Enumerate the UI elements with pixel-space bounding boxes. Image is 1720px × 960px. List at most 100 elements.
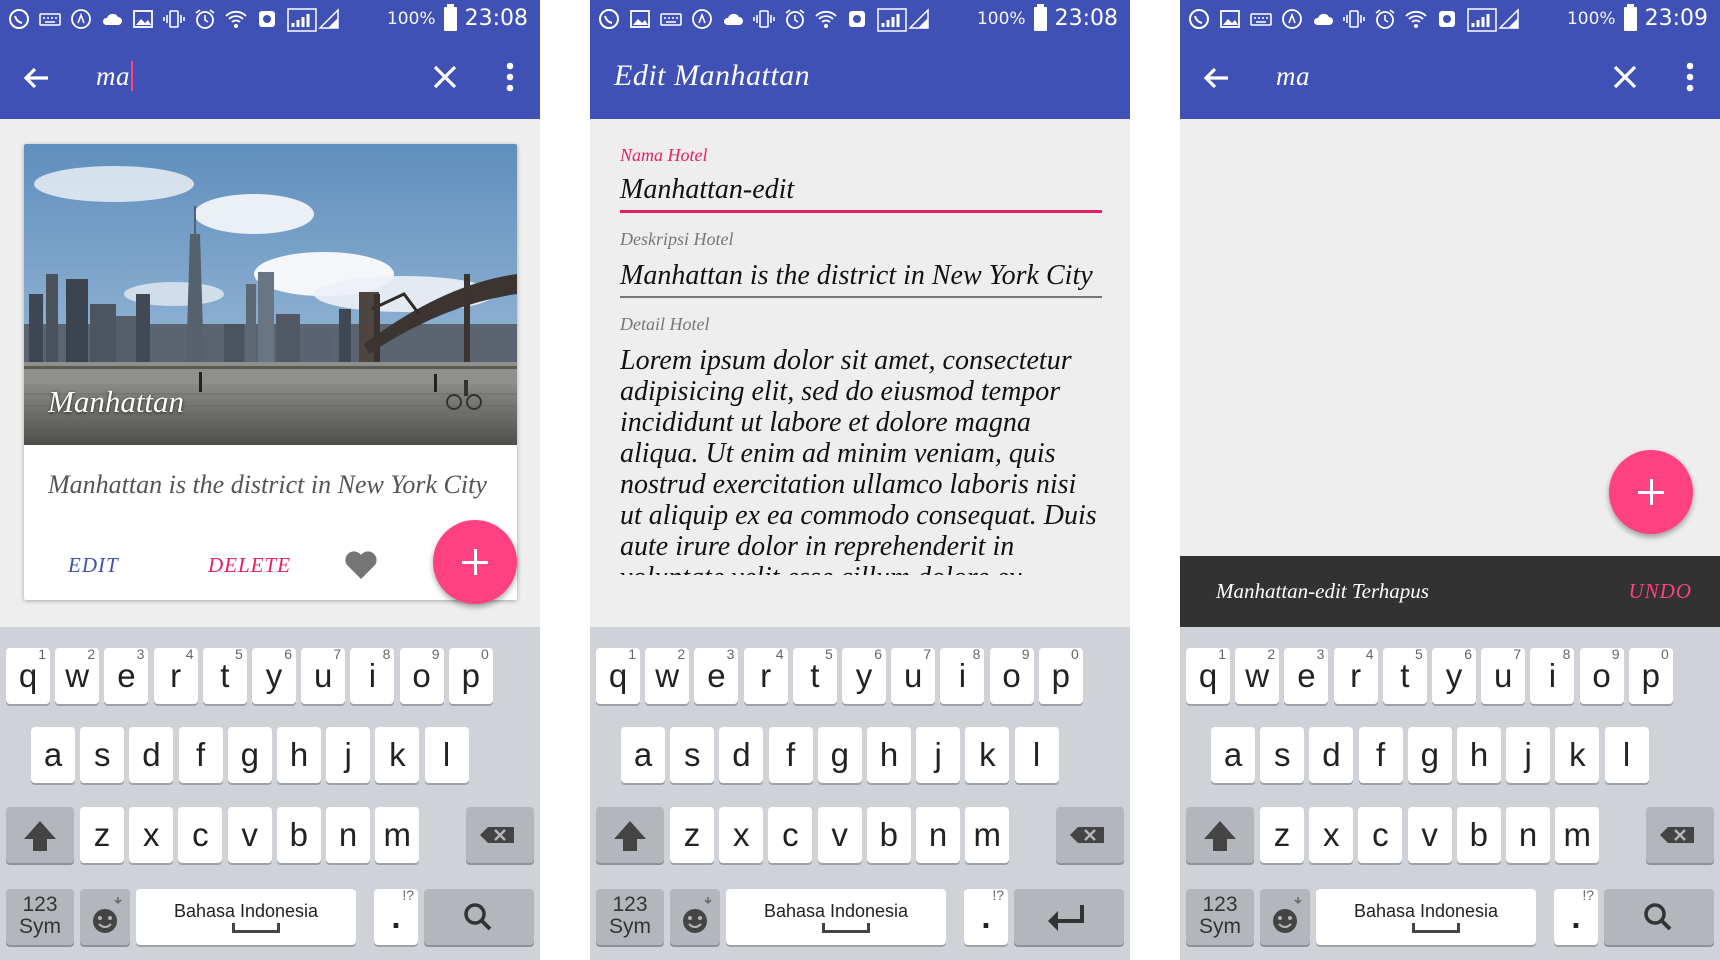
hotel-name-field[interactable]: Nama Hotel Manhattan-edit bbox=[620, 145, 1102, 213]
key-j[interactable]: j bbox=[1506, 727, 1551, 783]
key-v[interactable]: v bbox=[227, 807, 272, 863]
key-m[interactable]: m bbox=[965, 807, 1010, 863]
favorite-heart-icon[interactable] bbox=[344, 549, 378, 581]
clear-search-icon[interactable] bbox=[432, 64, 458, 90]
search-key[interactable] bbox=[1604, 889, 1714, 945]
key-u[interactable]: u7 bbox=[1481, 646, 1526, 704]
back-arrow-icon[interactable] bbox=[20, 61, 54, 95]
add-fab-button[interactable] bbox=[433, 520, 517, 604]
period-key[interactable]: .!? bbox=[964, 887, 1008, 945]
shift-key[interactable] bbox=[596, 807, 664, 863]
key-o[interactable]: o9 bbox=[399, 646, 444, 704]
emoji-key[interactable] bbox=[670, 889, 720, 945]
space-key[interactable]: Bahasa Indonesia bbox=[726, 889, 946, 945]
key-v[interactable]: v bbox=[1407, 807, 1452, 863]
key-e[interactable]: e3 bbox=[104, 646, 149, 704]
key-r[interactable]: r4 bbox=[1333, 646, 1378, 704]
key-b[interactable]: b bbox=[866, 807, 911, 863]
key-g[interactable]: g bbox=[227, 727, 272, 783]
key-c[interactable]: c bbox=[1358, 807, 1403, 863]
key-w[interactable]: w2 bbox=[55, 646, 100, 704]
edit-button[interactable]: EDIT bbox=[68, 553, 119, 578]
key-t[interactable]: t5 bbox=[202, 646, 247, 704]
key-g[interactable]: g bbox=[817, 727, 862, 783]
key-l[interactable]: l bbox=[424, 727, 469, 783]
symbols-key[interactable]: 123 Sym bbox=[6, 889, 74, 945]
key-r[interactable]: r4 bbox=[153, 646, 198, 704]
key-a[interactable]: a bbox=[621, 727, 665, 783]
key-i[interactable]: i8 bbox=[940, 646, 985, 704]
key-z[interactable]: z bbox=[1260, 807, 1304, 863]
key-n[interactable]: n bbox=[1506, 807, 1550, 863]
key-u[interactable]: u7 bbox=[891, 646, 936, 704]
key-x[interactable]: x bbox=[129, 807, 174, 863]
key-e[interactable]: e3 bbox=[694, 646, 739, 704]
key-y[interactable]: y6 bbox=[1432, 646, 1476, 704]
backspace-key[interactable] bbox=[1646, 807, 1714, 863]
key-c[interactable]: c bbox=[178, 807, 223, 863]
key-f[interactable]: f bbox=[1358, 727, 1403, 783]
key-v[interactable]: v bbox=[817, 807, 862, 863]
key-r[interactable]: r4 bbox=[743, 646, 788, 704]
back-arrow-icon[interactable] bbox=[1200, 61, 1234, 95]
key-k[interactable]: k bbox=[375, 727, 420, 783]
key-p[interactable]: p0 bbox=[1038, 646, 1083, 704]
key-p[interactable]: p0 bbox=[448, 646, 493, 704]
delete-button[interactable]: DELETE bbox=[208, 553, 291, 578]
undo-button[interactable]: UNDO bbox=[1628, 579, 1692, 604]
emoji-key[interactable] bbox=[1260, 889, 1310, 945]
enter-key[interactable] bbox=[1014, 889, 1124, 945]
clear-search-icon[interactable] bbox=[1612, 64, 1638, 90]
key-x[interactable]: x bbox=[1309, 807, 1354, 863]
key-s[interactable]: s bbox=[80, 727, 125, 783]
key-d[interactable]: d bbox=[719, 727, 764, 783]
hotel-detail-input[interactable]: Lorem ipsum dolor sit amet, consectetur … bbox=[620, 345, 1102, 575]
key-y[interactable]: y6 bbox=[252, 646, 296, 704]
shift-key[interactable] bbox=[1186, 807, 1254, 863]
key-i[interactable]: i8 bbox=[1530, 646, 1575, 704]
key-s[interactable]: s bbox=[1260, 727, 1305, 783]
key-m[interactable]: m bbox=[375, 807, 420, 863]
more-options-icon[interactable] bbox=[1686, 62, 1694, 92]
shift-key[interactable] bbox=[6, 807, 74, 863]
backspace-key[interactable] bbox=[466, 807, 534, 863]
key-w[interactable]: w2 bbox=[645, 646, 690, 704]
backspace-key[interactable] bbox=[1056, 807, 1124, 863]
key-k[interactable]: k bbox=[965, 727, 1010, 783]
key-e[interactable]: e3 bbox=[1284, 646, 1329, 704]
key-q[interactable]: q1 bbox=[6, 646, 50, 704]
more-options-icon[interactable] bbox=[506, 62, 514, 92]
key-b[interactable]: b bbox=[276, 807, 321, 863]
key-q[interactable]: q1 bbox=[1186, 646, 1230, 704]
space-key[interactable]: Bahasa Indonesia bbox=[136, 889, 356, 945]
key-o[interactable]: o9 bbox=[1579, 646, 1624, 704]
key-b[interactable]: b bbox=[1456, 807, 1501, 863]
search-key[interactable] bbox=[424, 889, 534, 945]
key-d[interactable]: d bbox=[129, 727, 174, 783]
key-g[interactable]: g bbox=[1407, 727, 1452, 783]
key-k[interactable]: k bbox=[1555, 727, 1600, 783]
key-h[interactable]: h bbox=[867, 727, 911, 783]
key-o[interactable]: o9 bbox=[989, 646, 1034, 704]
key-a[interactable]: a bbox=[31, 727, 75, 783]
key-i[interactable]: i8 bbox=[350, 646, 395, 704]
search-input[interactable]: ma bbox=[1276, 61, 1310, 92]
key-z[interactable]: z bbox=[670, 807, 714, 863]
key-y[interactable]: y6 bbox=[842, 646, 886, 704]
key-n[interactable]: n bbox=[916, 807, 960, 863]
key-c[interactable]: c bbox=[768, 807, 813, 863]
key-j[interactable]: j bbox=[326, 727, 371, 783]
symbols-key[interactable]: 123 Sym bbox=[596, 889, 664, 945]
key-h[interactable]: h bbox=[277, 727, 321, 783]
key-s[interactable]: s bbox=[670, 727, 715, 783]
key-q[interactable]: q1 bbox=[596, 646, 640, 704]
hotel-description-input[interactable]: Manhattan is the district in New York Ci… bbox=[620, 260, 1102, 292]
hotel-detail-field[interactable]: Detail Hotel Lorem ipsum dolor sit amet,… bbox=[620, 314, 1102, 575]
hotel-name-input[interactable]: Manhattan-edit bbox=[620, 174, 1102, 206]
key-t[interactable]: t5 bbox=[792, 646, 837, 704]
key-f[interactable]: f bbox=[178, 727, 223, 783]
key-n[interactable]: n bbox=[326, 807, 370, 863]
key-u[interactable]: u7 bbox=[301, 646, 346, 704]
key-p[interactable]: p0 bbox=[1628, 646, 1673, 704]
key-l[interactable]: l bbox=[1014, 727, 1059, 783]
